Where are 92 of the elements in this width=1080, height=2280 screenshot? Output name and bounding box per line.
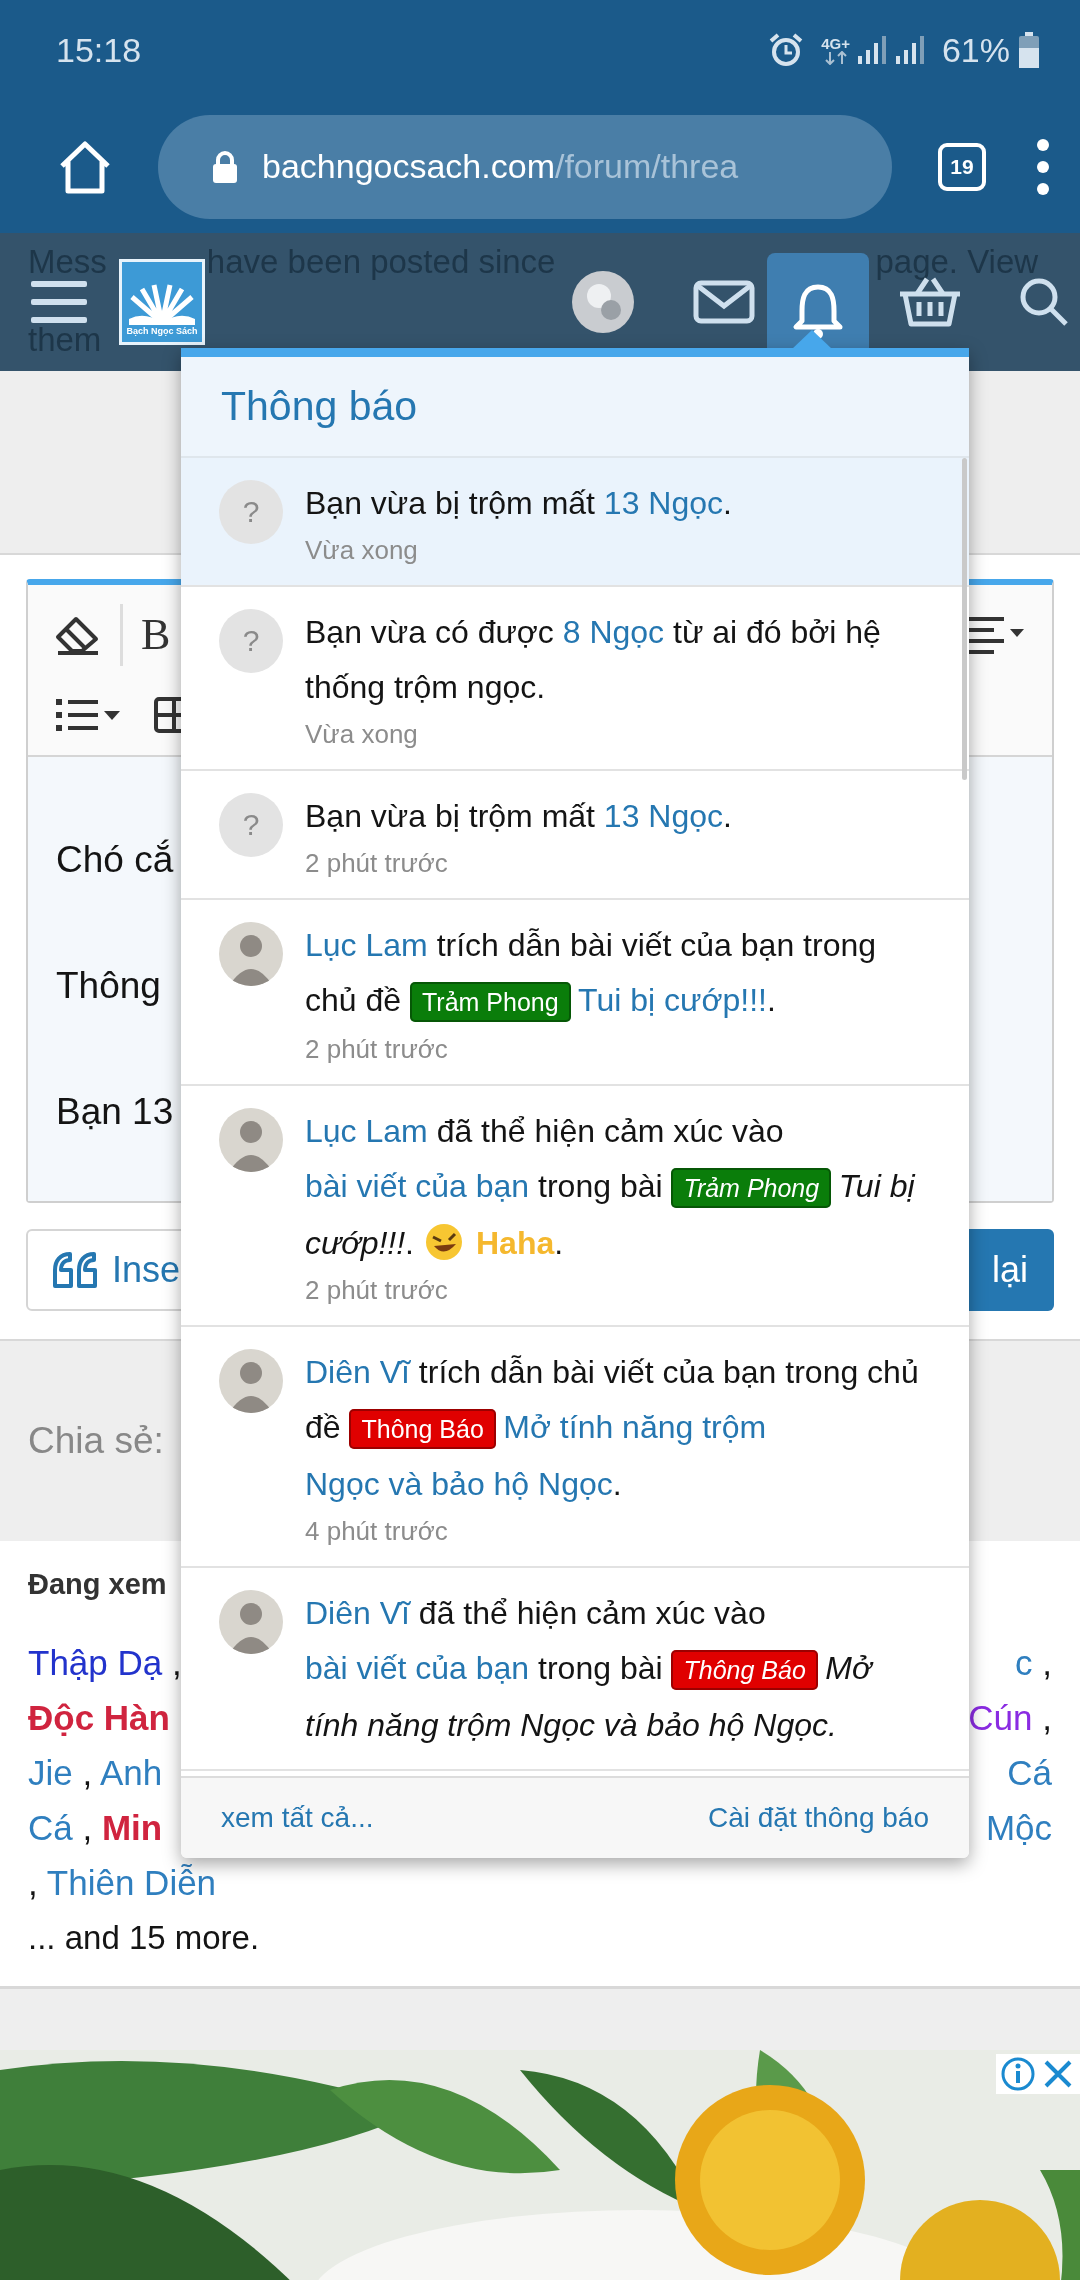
data-arrows-icon	[823, 50, 848, 65]
menu-icon	[31, 279, 87, 325]
avatar-placeholder: ?	[219, 793, 283, 857]
link[interactable]: 8 Ngọc	[562, 614, 665, 650]
avatar-placeholder: ?	[219, 480, 283, 544]
link[interactable]: Mở tính năng trộm	[503, 1409, 767, 1445]
notification-text: Diên Vĩ trích dẫn bài viết của bạn trong chủ đề Thông Báo Mở tính năng trộm Ngọc và bảo hộ Ngọc.	[305, 1353, 919, 1504]
url-text: bachngocsach.com/forum/threa	[262, 146, 739, 187]
topic-tag: Thông Báo	[349, 1409, 496, 1449]
editor-text: Chó cắ	[56, 838, 174, 882]
topic-tag: Trảm Phong	[671, 1168, 832, 1208]
notification-item[interactable]: ? Bạn vừa bị trộm mất 13 Ngọc. Vừa xong	[181, 458, 969, 587]
notification-item[interactable]: Lục Lam đã thể hiện cảm xúc vào bài viết của bạn trong bài Trảm Phong Tui bị cướp!!!. Haha. 2 phút trước	[181, 1086, 969, 1327]
link[interactable]: 13 Ngọc	[603, 485, 724, 521]
section-title: Đang xem	[28, 1567, 167, 1602]
menu-button[interactable]	[31, 279, 87, 325]
notification-item[interactable]: Diên Vĩ trích dẫn bài viết của bạn trong chủ đề Thông Báo Mở tính năng trộm Ngọc và bảo hộ Ngọc. 4 phút trước	[181, 1327, 969, 1568]
timestamp: 2 phút trước	[305, 1033, 449, 1066]
link[interactable]: bài viết của bạn	[305, 1168, 530, 1204]
list-separator: ,	[28, 1862, 39, 1902]
user-link[interactable]: Thiên Diễn	[46, 1862, 217, 1902]
user-link[interactable]: Độc Hàn	[28, 1697, 170, 1737]
topic-tag: Thông Báo	[671, 1650, 818, 1690]
link[interactable]: Tui bị cướp!!!	[578, 982, 767, 1018]
info-icon[interactable]	[1000, 2055, 1036, 2092]
topic-tag: Trảm Phong	[409, 982, 571, 1022]
search-icon	[1019, 277, 1069, 327]
link[interactable]: 13 Ngọc	[603, 798, 724, 834]
notification-text: Bạn vừa bị trộm mất 13 Ngọc.	[305, 484, 733, 523]
signal-icon	[895, 34, 926, 66]
notification-item[interactable]: Diên Vĩ đã thể hiện cảm xúc vào bài viết của bạn trong bài Thông Báo Mở tính năng trộm Ngọc và bảo hộ Ngọc.	[181, 1568, 969, 1771]
battery-percent: 61%	[941, 29, 1010, 71]
link[interactable]: Diên Vĩ	[305, 1595, 410, 1631]
notification-item[interactable]: ? Bạn vừa bị trộm mất 13 Ngọc. 2 phút trước	[181, 771, 969, 900]
more-menu-icon[interactable]	[1036, 136, 1050, 197]
list-separator: ,	[170, 1642, 182, 1682]
search-button[interactable]	[1019, 277, 1069, 327]
more-viewers-text: ... and 15 more.	[28, 1917, 261, 1958]
list-separator: ,	[1041, 1697, 1052, 1737]
notification-text: Bạn vừa có được 8 Ngọc từ ai đó bởi hệ thống trộm ngọc.	[305, 613, 882, 707]
timestamp: 2 phút trước	[305, 1274, 449, 1307]
notification-item[interactable]: Lục Lam trích dẫn bài viết của bạn trong chủ đề Trảm Phong Tui bị cướp!!!. 2 phút trước	[181, 900, 969, 1086]
quote-icon	[52, 1250, 98, 1290]
user-link[interactable]: Jie	[28, 1752, 73, 1792]
list-separator: ,	[81, 1752, 94, 1792]
timestamp: 4 phút trước	[305, 1515, 449, 1548]
avatar-placeholder: ?	[219, 609, 283, 673]
user-link[interactable]: Mộc	[985, 1807, 1052, 1847]
user-link[interactable]: Cún	[968, 1697, 1033, 1737]
notification-text: Diên Vĩ đã thể hiện cảm xúc vào bài viết của bạn trong bài Thông Báo Mở tính năng trộm Ngọc và bảo hộ Ngọc.	[305, 1594, 875, 1745]
notification-text: Lục Lam đã thể hiện cảm xúc vào bài viết của bạn trong bài Trảm Phong Tui bị cướp!!!. Haha.	[305, 1112, 917, 1264]
list-separator: ,	[81, 1807, 94, 1847]
user-link[interactable]: Cá	[28, 1807, 73, 1847]
link[interactable]: Ngọc và bảo hộ Ngọc	[305, 1466, 613, 1502]
timestamp: Vừa xong	[305, 534, 419, 567]
list-separator: ,	[1041, 1642, 1052, 1682]
network-type: 4G+	[821, 35, 850, 51]
bold-button[interactable]: B	[141, 613, 171, 657]
link[interactable]: Lục Lam	[305, 1113, 428, 1149]
account-button[interactable]	[571, 270, 635, 334]
tab-count-button[interactable]: 19	[938, 142, 986, 191]
site-logo[interactable]: Bạch Ngọc Sách	[119, 259, 205, 345]
bell-icon	[792, 283, 844, 341]
logo-text: Bạch Ngọc Sách	[126, 327, 198, 336]
signal-icon	[857, 34, 888, 66]
editor-text: Bạn 13	[56, 1090, 174, 1134]
user-link[interactable]: Anh	[100, 1752, 163, 1792]
user-link[interactable]: Min	[101, 1807, 163, 1847]
editor-text: Thông	[56, 964, 161, 1008]
mail-button[interactable]	[693, 280, 755, 324]
clock-time: 15:18	[56, 29, 142, 71]
address-bar[interactable]: bachngocsach.com/forum/threa	[158, 114, 892, 219]
mail-icon	[693, 280, 755, 324]
battery-icon	[1018, 32, 1040, 68]
link[interactable]: bài viết của bạn	[305, 1650, 530, 1686]
user-link[interactable]: Cá	[1007, 1752, 1052, 1792]
view-all-link[interactable]: xem tất cả...	[221, 1797, 374, 1839]
user-avatar	[571, 270, 635, 334]
notification-text: Bạn vừa bị trộm mất 13 Ngọc.	[305, 797, 733, 836]
user-link[interactable]: Thập Dạ	[28, 1642, 163, 1682]
timestamp: 2 phút trước	[305, 847, 449, 880]
popup-title: Thông báo	[221, 381, 418, 431]
book-icon	[127, 283, 197, 327]
laughing-emoji-icon	[424, 1222, 464, 1262]
notification-text: Lục Lam trích dẫn bài viết của bạn trong chủ đề Trảm Phong Tui bị cướp!!!.	[305, 918, 919, 1030]
timestamp: Vừa xong	[305, 718, 419, 751]
user-link[interactable]: c	[1015, 1642, 1033, 1682]
notification-settings-link[interactable]: Cài đặt thông báo	[707, 1797, 929, 1839]
link[interactable]: Diên Vĩ	[305, 1354, 410, 1390]
share-label: Chia sẻ:	[28, 1419, 164, 1464]
link[interactable]: Lục Lam	[305, 927, 428, 963]
lock-icon	[212, 149, 238, 184]
